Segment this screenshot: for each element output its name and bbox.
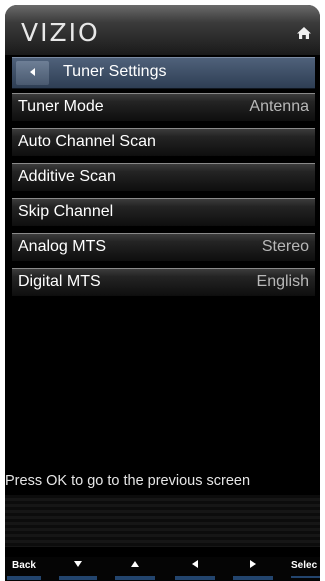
menu-item-value: English <box>256 273 309 290</box>
brand-logo: VIZIO <box>21 18 100 47</box>
menu-item-label: Tuner Mode <box>18 98 104 115</box>
triangle-left-icon <box>28 64 38 82</box>
arrow-right-icon <box>249 560 257 571</box>
menu-item-label: Analog MTS <box>18 238 107 255</box>
menu-item-label: Auto Channel Scan <box>18 133 156 150</box>
menu-item-value: Antenna <box>249 98 309 115</box>
arrow-down-icon <box>74 560 82 571</box>
top-bar: VIZIO <box>5 5 320 55</box>
back-button[interactable] <box>16 61 49 85</box>
select-key[interactable]: Selec <box>291 560 320 578</box>
menu-item-label: Additive Scan <box>18 168 116 185</box>
back-key[interactable]: Back <box>7 560 41 580</box>
back-key-label: Back <box>12 560 36 571</box>
menu-item-label: Skip Channel <box>18 203 114 220</box>
page-title: Tuner Settings <box>63 63 167 80</box>
left-key[interactable] <box>175 560 215 580</box>
help-text: Press OK to go to the previous screen <box>5 473 251 489</box>
tv-menu-screen: VIZIO Tuner Settings Tuner Mode Antenna … <box>5 5 320 581</box>
menu-item-tuner-mode[interactable]: Tuner Mode Antenna <box>12 93 315 121</box>
menu-item-analog-mts[interactable]: Analog MTS Stereo <box>12 233 315 261</box>
menu-item-label: Digital MTS <box>18 273 101 290</box>
settings-menu: Tuner Mode Antenna Auto Channel Scan Add… <box>12 93 315 303</box>
arrow-left-icon <box>191 560 199 571</box>
select-key-label: Selec <box>291 560 318 571</box>
down-key[interactable] <box>59 560 97 580</box>
menu-item-skip-channel[interactable]: Skip Channel <box>12 198 315 226</box>
help-area-background <box>5 495 320 547</box>
menu-title-bar: Tuner Settings <box>12 57 315 89</box>
home-icon[interactable] <box>296 25 312 41</box>
up-key[interactable] <box>115 560 155 580</box>
remote-key-bar: Back Selec <box>5 557 320 581</box>
arrow-up-icon <box>131 560 139 571</box>
menu-item-value: Stereo <box>261 238 309 255</box>
menu-item-digital-mts[interactable]: Digital MTS English <box>12 268 315 296</box>
menu-item-auto-channel-scan[interactable]: Auto Channel Scan <box>12 128 315 156</box>
menu-item-additive-scan[interactable]: Additive Scan <box>12 163 315 191</box>
right-key[interactable] <box>233 560 273 580</box>
